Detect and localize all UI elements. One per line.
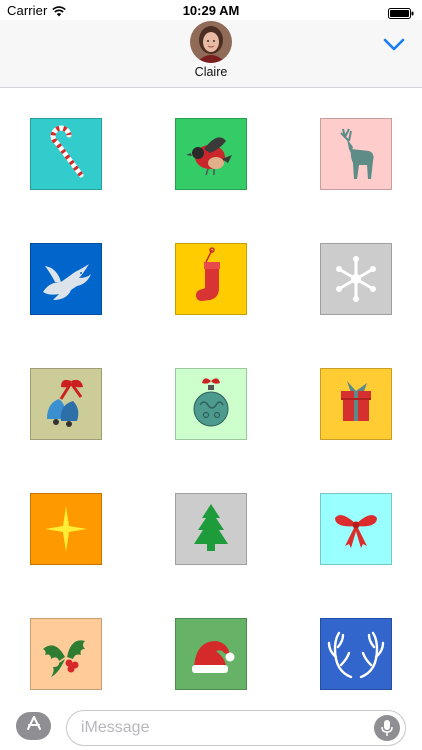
sticker-reindeer[interactable] bbox=[320, 118, 392, 190]
sticker-dove[interactable] bbox=[30, 243, 102, 315]
microphone-icon[interactable] bbox=[374, 715, 400, 741]
clock: 10:29 AM bbox=[182, 3, 240, 18]
holly-icon bbox=[31, 619, 101, 689]
bird-icon bbox=[176, 119, 246, 189]
reindeer-icon bbox=[321, 119, 391, 189]
sticker-stocking[interactable] bbox=[175, 243, 247, 315]
candy-cane-icon bbox=[31, 119, 101, 189]
message-field[interactable] bbox=[66, 710, 406, 746]
bells-icon bbox=[31, 369, 101, 439]
gift-icon bbox=[321, 369, 391, 439]
status-bar: Carrier 10:29 AM bbox=[0, 0, 422, 22]
conversation-header: Claire bbox=[0, 20, 422, 88]
bow-icon bbox=[321, 494, 391, 564]
contact-name[interactable]: Claire bbox=[0, 65, 422, 79]
sticker-star[interactable] bbox=[30, 493, 102, 565]
sticker-bird[interactable] bbox=[175, 118, 247, 190]
contact-avatar[interactable] bbox=[190, 21, 232, 63]
app-store-button[interactable] bbox=[16, 712, 51, 740]
app-store-icon bbox=[24, 714, 44, 739]
sticker-christmas-tree[interactable] bbox=[175, 493, 247, 565]
antlers-icon bbox=[321, 619, 391, 689]
ornament-icon bbox=[176, 369, 246, 439]
message-input[interactable] bbox=[81, 711, 371, 745]
sticker-antlers[interactable] bbox=[320, 618, 392, 690]
sticker-ornament[interactable] bbox=[175, 368, 247, 440]
sticker-snowflake[interactable] bbox=[320, 243, 392, 315]
sticker-santa-hat[interactable] bbox=[175, 618, 247, 690]
sticker-gift[interactable] bbox=[320, 368, 392, 440]
sticker-bow[interactable] bbox=[320, 493, 392, 565]
star-icon bbox=[31, 494, 101, 564]
sticker-grid bbox=[0, 89, 422, 701]
chevron-down-icon[interactable] bbox=[380, 34, 408, 56]
dove-icon bbox=[31, 244, 101, 314]
stocking-icon bbox=[176, 244, 246, 314]
santa-hat-icon bbox=[176, 619, 246, 689]
sticker-candy-cane[interactable] bbox=[30, 118, 102, 190]
christmas-tree-icon bbox=[176, 494, 246, 564]
sticker-bells[interactable] bbox=[30, 368, 102, 440]
message-input-bar bbox=[0, 702, 422, 750]
sticker-holly[interactable] bbox=[30, 618, 102, 690]
snowflake-icon bbox=[321, 244, 391, 314]
